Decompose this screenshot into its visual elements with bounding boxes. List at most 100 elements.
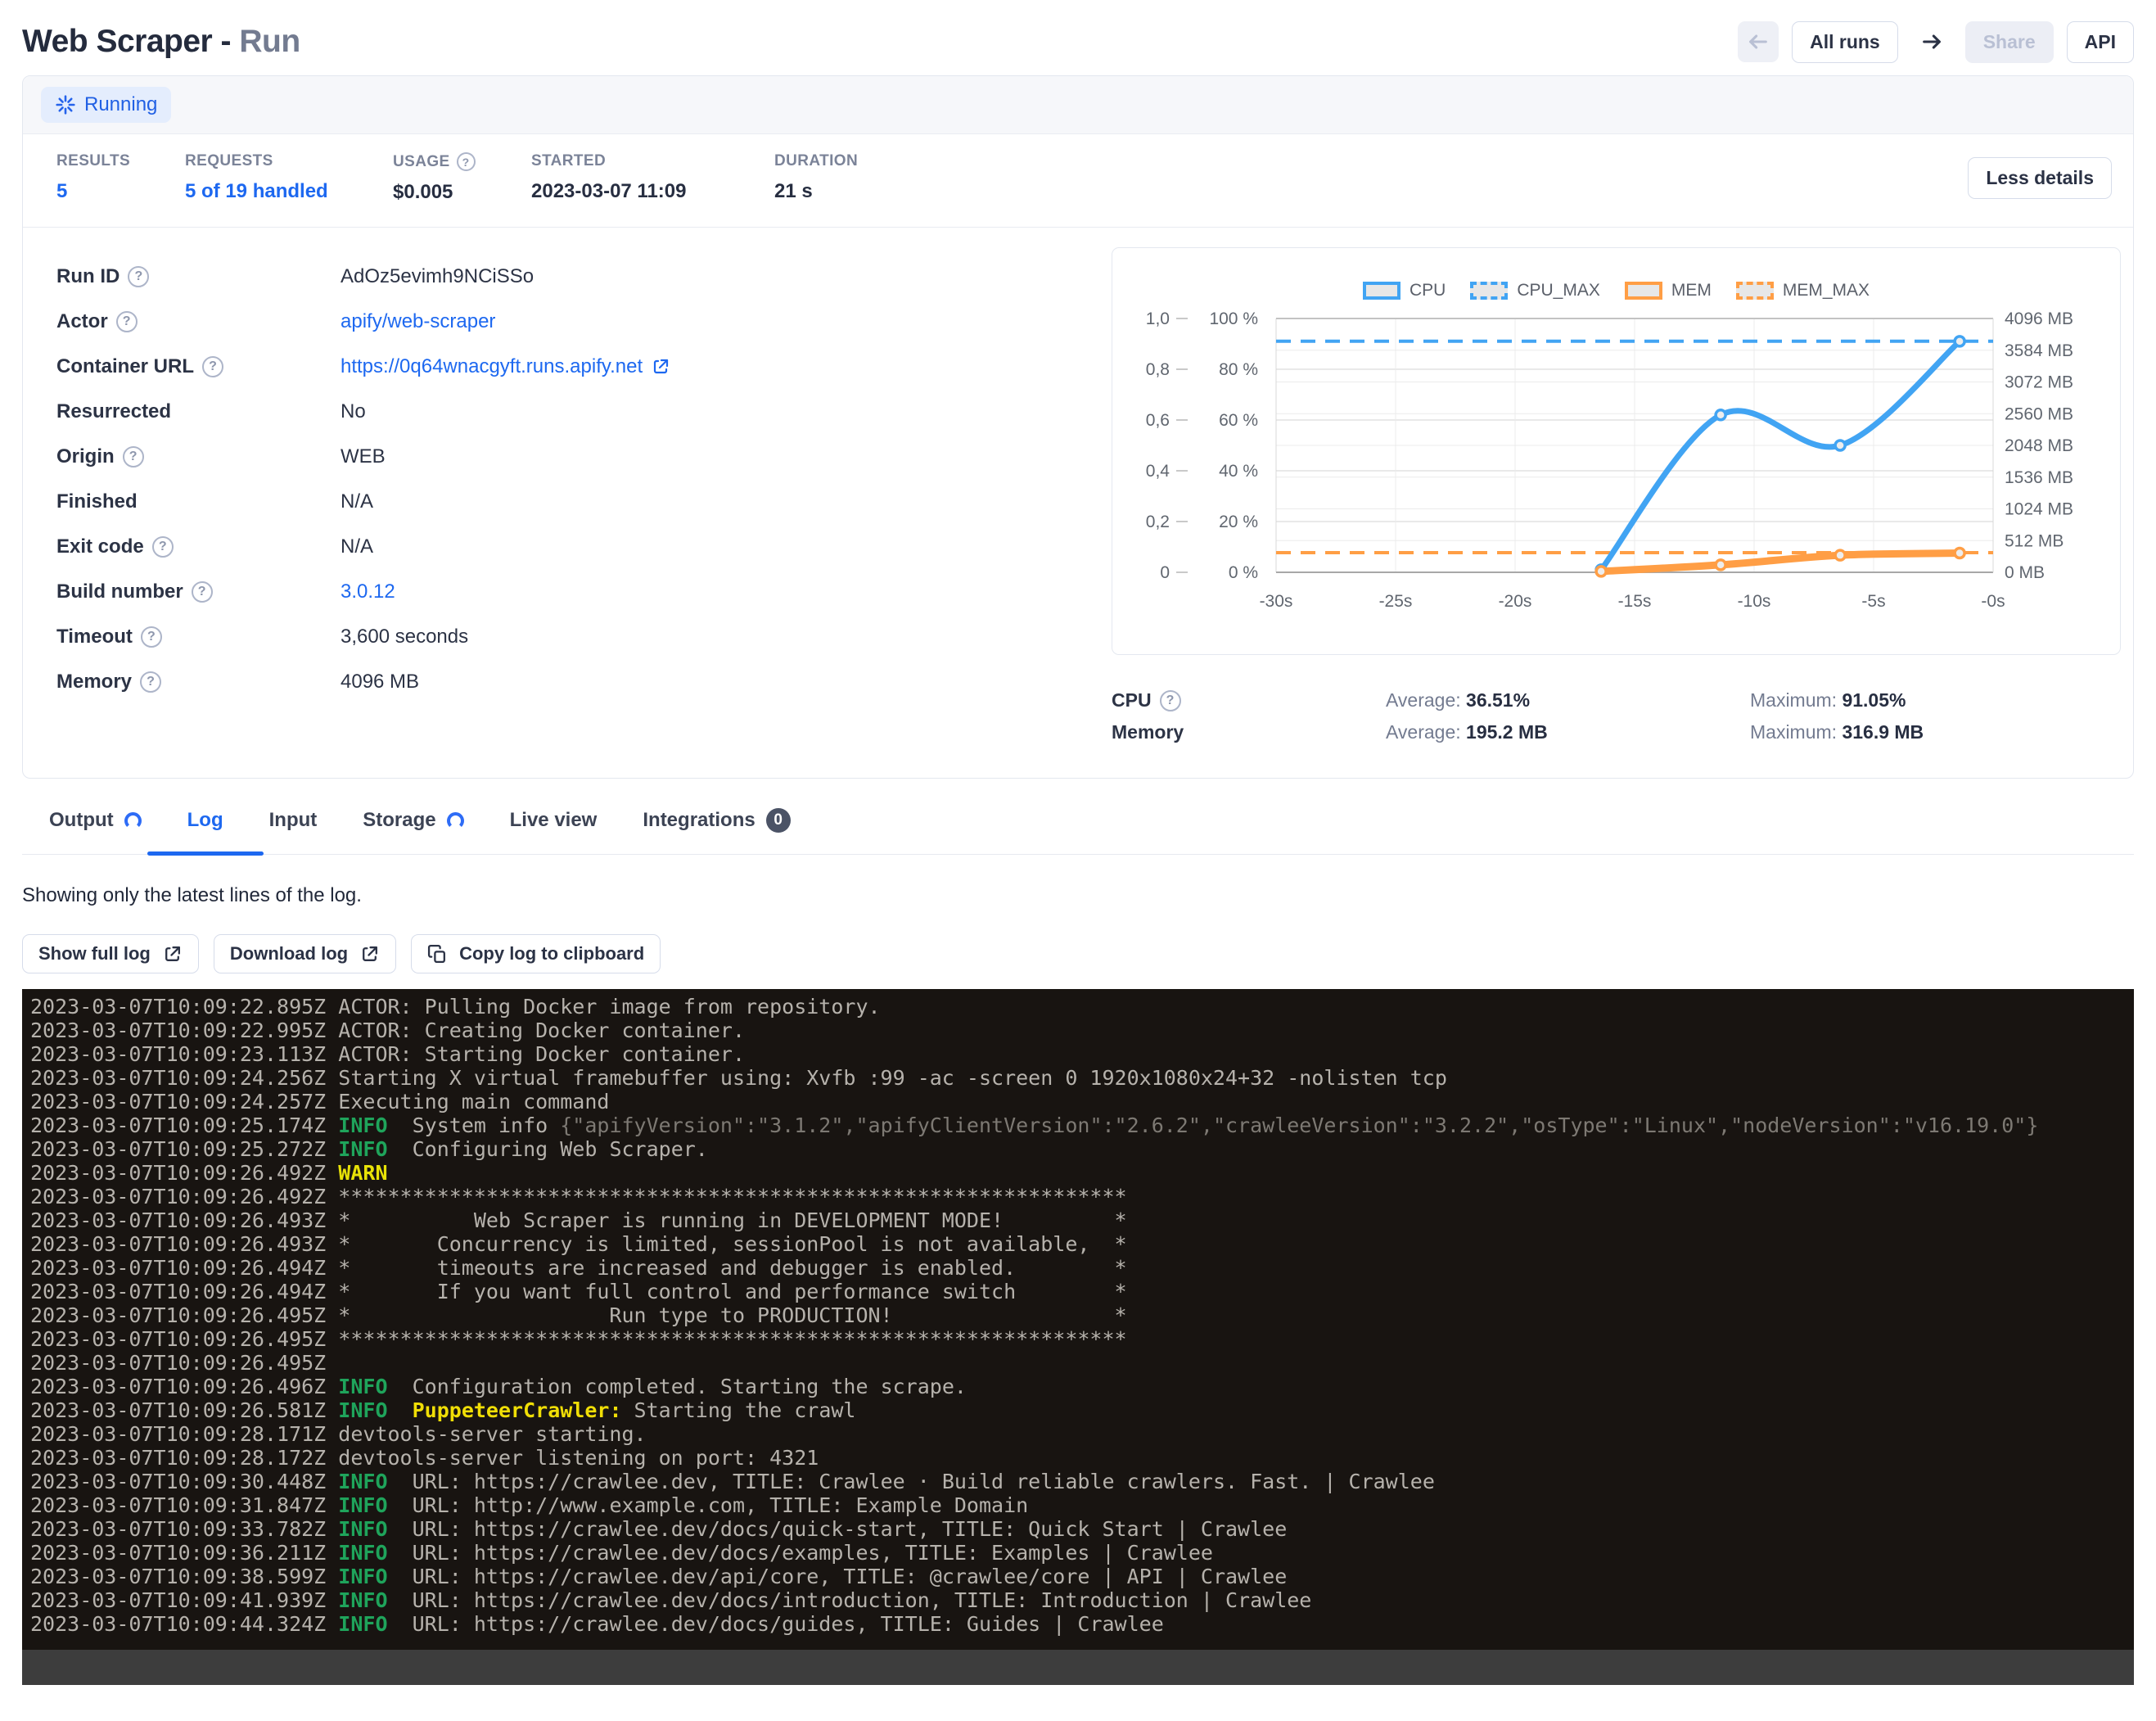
svg-text:1,0: 1,0 bbox=[1146, 312, 1170, 328]
detail-label: Memory? bbox=[56, 671, 341, 693]
previous-run-button[interactable] bbox=[1738, 21, 1779, 62]
log-line: 2023-03-07T10:09:26.492Z WARN bbox=[30, 1161, 2134, 1185]
detail-label: Actor? bbox=[56, 310, 341, 333]
svg-text:20 %: 20 % bbox=[1219, 513, 1258, 531]
stat-value: $0.005 bbox=[393, 181, 531, 204]
detail-value-link[interactable]: apify/web-scraper bbox=[341, 310, 495, 333]
log-lines: 2023-03-07T10:09:22.895Z ACTOR: Pulling … bbox=[22, 989, 2134, 1636]
legend-item-mem[interactable]: MEM bbox=[1625, 281, 1712, 300]
metrics-chart-card: CPUCPU_MAXMEMMEM_MAX 1,00,80,60,40,20100… bbox=[1112, 247, 2121, 655]
tab-label: Integrations bbox=[643, 809, 755, 832]
svg-text:3072 MB: 3072 MB bbox=[2005, 373, 2073, 392]
cpu-average: Average: 36.51% bbox=[1386, 689, 1750, 711]
stat-value[interactable]: 5 bbox=[56, 180, 185, 203]
detail-label: Finished bbox=[56, 490, 341, 513]
tab-label: Log bbox=[187, 809, 223, 832]
external-link-icon[interactable] bbox=[651, 357, 670, 377]
terminal-scrollbar[interactable] bbox=[22, 1650, 2134, 1685]
memory-label: Memory bbox=[1112, 721, 1386, 743]
all-runs-button[interactable]: All runs bbox=[1792, 21, 1898, 63]
legend-item-mem_max[interactable]: MEM_MAX bbox=[1736, 281, 1870, 300]
svg-text:512 MB: 512 MB bbox=[2005, 531, 2064, 550]
log-line: 2023-03-07T10:09:33.782Z INFO URL: https… bbox=[30, 1517, 2134, 1541]
stat-label: STARTED bbox=[531, 152, 774, 170]
loading-spinner-icon bbox=[447, 812, 464, 829]
show-full-log-button[interactable]: Show full log bbox=[22, 934, 199, 973]
tab-live-view[interactable]: Live view bbox=[508, 797, 599, 854]
detail-value-link[interactable]: 3.0.12 bbox=[341, 580, 395, 603]
svg-text:60 %: 60 % bbox=[1219, 411, 1258, 430]
copy-log-label: Copy log to clipboard bbox=[459, 943, 644, 964]
detail-row: Actor?apify/web-scraper bbox=[56, 299, 1112, 344]
detail-value-link[interactable]: https://0q64wnacgyft.runs.apify.net bbox=[341, 355, 643, 378]
detail-label: Exit code? bbox=[56, 535, 341, 558]
help-icon[interactable]: ? bbox=[116, 311, 138, 332]
svg-text:4096 MB: 4096 MB bbox=[2005, 312, 2073, 328]
tab-integrations[interactable]: Integrations0 bbox=[641, 797, 792, 854]
detail-row: Memory?4096 MB bbox=[56, 659, 1112, 704]
help-icon[interactable]: ? bbox=[152, 536, 174, 558]
log-terminal: 2023-03-07T10:09:22.895Z ACTOR: Pulling … bbox=[22, 989, 2134, 1685]
detail-value: AdOz5evimh9NCiSSo bbox=[341, 265, 534, 288]
download-log-button[interactable]: Download log bbox=[214, 934, 396, 973]
help-icon[interactable]: ? bbox=[140, 671, 161, 693]
log-actions: Show full log Download log Copy log to c… bbox=[22, 934, 2134, 973]
svg-text:-20s: -20s bbox=[1499, 592, 1532, 611]
legend-swatch bbox=[1736, 282, 1774, 300]
help-icon[interactable]: ? bbox=[128, 266, 149, 287]
detail-row: Origin?WEB bbox=[56, 434, 1112, 479]
help-icon[interactable]: ? bbox=[1160, 690, 1181, 711]
log-line: 2023-03-07T10:09:26.494Z * If you want f… bbox=[30, 1280, 2134, 1303]
detail-label: Timeout? bbox=[56, 626, 341, 648]
help-icon[interactable]: ? bbox=[192, 581, 213, 603]
tab-input[interactable]: Input bbox=[268, 797, 319, 854]
external-link-icon bbox=[359, 944, 380, 964]
topbar-actions: All runs Share API bbox=[1738, 21, 2134, 63]
less-details-button[interactable]: Less details bbox=[1968, 157, 2112, 199]
legend-swatch bbox=[1470, 282, 1508, 300]
stat-value: 21 s bbox=[774, 180, 858, 203]
external-link-icon bbox=[651, 357, 670, 377]
detail-label: Run ID? bbox=[56, 265, 341, 288]
tab-storage[interactable]: Storage bbox=[361, 797, 465, 854]
download-log-label: Download log bbox=[230, 943, 348, 964]
detail-value: 3.0.12 bbox=[341, 580, 395, 603]
tab-output[interactable]: Output bbox=[47, 797, 143, 854]
share-button[interactable]: Share bbox=[1965, 21, 2054, 63]
log-line: 2023-03-07T10:09:31.847Z INFO URL: http:… bbox=[30, 1493, 2134, 1517]
run-details-list: Run ID?AdOz5evimh9NCiSSoActor?apify/web-… bbox=[56, 247, 1112, 748]
stat-value[interactable]: 5 of 19 handled bbox=[185, 180, 393, 203]
show-full-log-label: Show full log bbox=[38, 943, 151, 964]
legend-item-cpu_max[interactable]: CPU_MAX bbox=[1470, 281, 1600, 300]
svg-text:-0s: -0s bbox=[1981, 592, 2005, 611]
svg-text:0 MB: 0 MB bbox=[2005, 563, 2045, 582]
next-run-button[interactable] bbox=[1911, 21, 1952, 62]
memory-maximum: Maximum: 316.9 MB bbox=[1750, 721, 2121, 743]
legend-label: CPU_MAX bbox=[1517, 281, 1600, 300]
stat-label: REQUESTS bbox=[185, 152, 393, 170]
help-icon[interactable]: ? bbox=[141, 626, 162, 648]
svg-text:1536 MB: 1536 MB bbox=[2005, 468, 2073, 487]
detail-row: Container URL?https://0q64wnacgyft.runs.… bbox=[56, 344, 1112, 389]
copy-log-button[interactable]: Copy log to clipboard bbox=[411, 934, 661, 973]
tab-log[interactable]: Log bbox=[186, 797, 225, 854]
log-line: 2023-03-07T10:09:26.496Z INFO Configurat… bbox=[30, 1375, 2134, 1398]
help-icon[interactable]: ? bbox=[457, 152, 476, 171]
svg-text:0,8: 0,8 bbox=[1146, 360, 1170, 379]
api-button[interactable]: API bbox=[2067, 21, 2134, 63]
help-icon[interactable]: ? bbox=[123, 446, 144, 468]
svg-text:2560 MB: 2560 MB bbox=[2005, 404, 2073, 423]
detail-value: 4096 MB bbox=[341, 671, 419, 693]
svg-text:-15s: -15s bbox=[1618, 592, 1652, 611]
log-line: 2023-03-07T10:09:24.256Z Starting X virt… bbox=[30, 1066, 2134, 1090]
log-line: 2023-03-07T10:09:26.495Z * Run type to P… bbox=[30, 1303, 2134, 1327]
log-line: 2023-03-07T10:09:26.492Z ***************… bbox=[30, 1185, 2134, 1208]
detail-row: Exit code?N/A bbox=[56, 524, 1112, 569]
svg-text:0,6: 0,6 bbox=[1146, 411, 1170, 430]
log-line: 2023-03-07T10:09:25.174Z INFO System inf… bbox=[30, 1113, 2134, 1137]
detail-value: No bbox=[341, 400, 366, 423]
svg-text:0,2: 0,2 bbox=[1146, 513, 1170, 531]
help-icon[interactable]: ? bbox=[202, 356, 223, 377]
cpu-stats-row: CPU? Average: 36.51% Maximum: 91.05% bbox=[1112, 684, 2121, 716]
legend-item-cpu[interactable]: CPU bbox=[1363, 281, 1446, 300]
